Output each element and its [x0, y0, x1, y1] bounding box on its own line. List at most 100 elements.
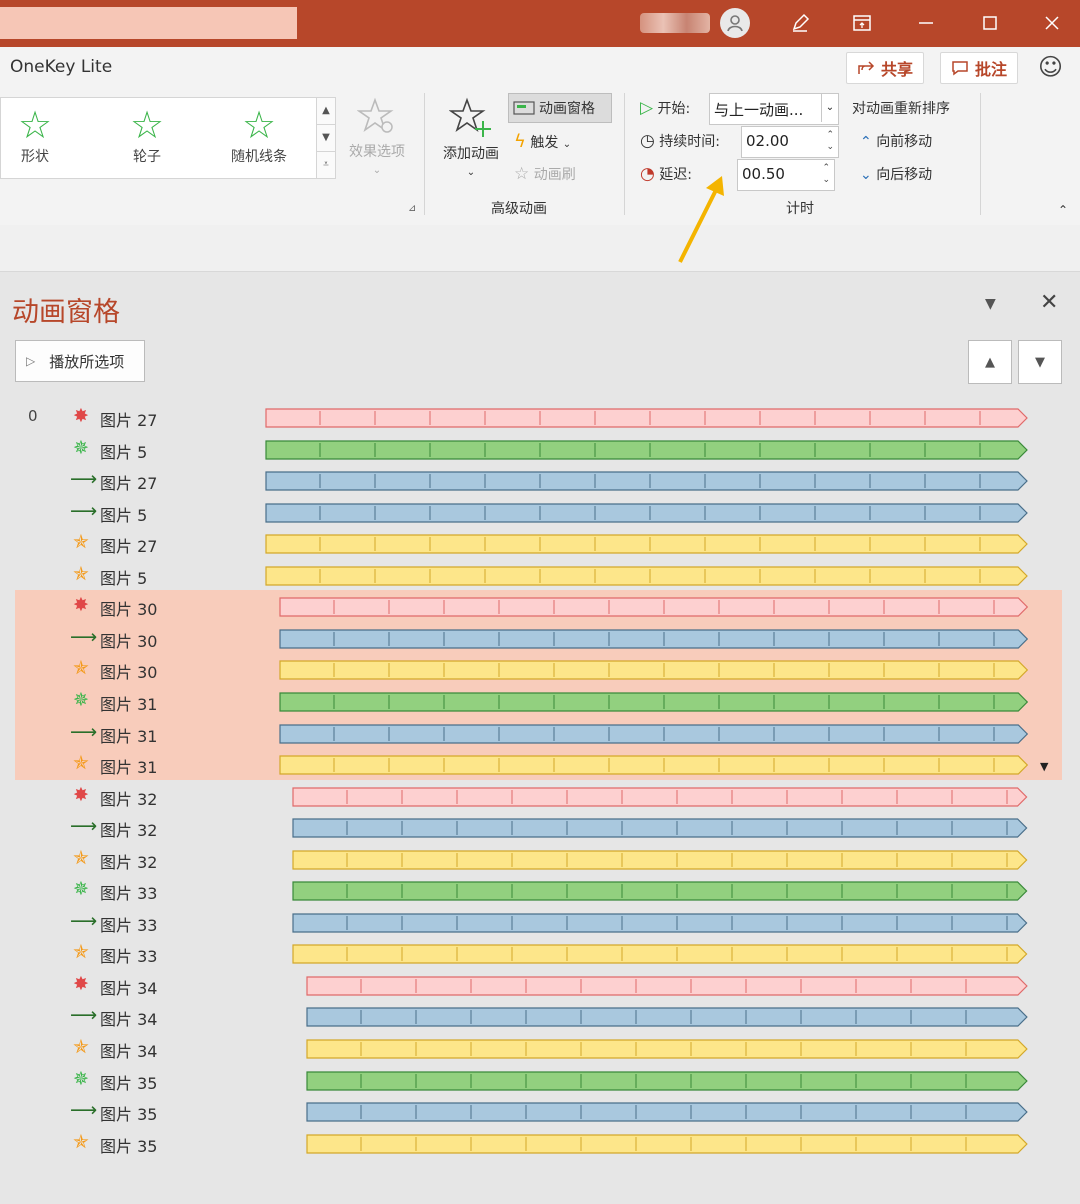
play-selected-button[interactable]: ▷ 播放所选项 [15, 340, 145, 382]
close-window-icon[interactable] [1036, 8, 1068, 38]
user-name-blurred [640, 13, 710, 33]
ribbon-gap-strip [0, 225, 1080, 272]
animation-row[interactable]: ✯ 图片 27 [0, 528, 1080, 559]
animation-row[interactable]: ⟶ 图片 35 [0, 1096, 1080, 1127]
animation-row[interactable]: ✯ 图片 33 [0, 938, 1080, 969]
collapse-ribbon-icon[interactable]: ⌃ [1058, 203, 1068, 217]
animation-row[interactable]: ⟶ 图片 32 [0, 812, 1080, 843]
timeline-bar[interactable] [265, 439, 1028, 460]
animation-row[interactable]: ✸ 图片 34 [0, 970, 1080, 1001]
animation-row[interactable]: ⟶ 图片 34 [0, 1001, 1080, 1032]
comments-button[interactable]: 批注 [940, 52, 1019, 84]
pen-icon[interactable] [784, 8, 816, 38]
animation-row[interactable]: ✯ 图片 32 [0, 844, 1080, 875]
pane-options-icon[interactable]: ▼ [985, 296, 996, 312]
timeline-bar[interactable] [292, 944, 1028, 964]
timeline-bar[interactable] [292, 786, 1028, 807]
timing-group-label: 计时 [786, 201, 814, 217]
duration-stepper[interactable]: 02.00 ⌃ ⌄ [741, 126, 839, 158]
timeline-bar[interactable] [292, 850, 1028, 870]
animation-row[interactable]: ✵ 图片 35 [0, 1065, 1080, 1096]
animation-row[interactable]: ⟶ 图片 5 [0, 497, 1080, 528]
timeline-bar[interactable] [279, 692, 1028, 712]
group-separator [980, 93, 981, 215]
animation-row[interactable]: ⟶ 图片 31 [0, 718, 1080, 749]
delay-stepper[interactable]: 00.50 ⌃ ⌄ [737, 159, 835, 191]
gallery-more-icon[interactable]: ⩡ [317, 152, 335, 178]
move-down-button[interactable]: ▼ [1018, 340, 1062, 384]
gallery-up-icon[interactable]: ▲ [317, 98, 335, 125]
line-motion-icon: ⟶ [70, 909, 98, 932]
gallery-item-shape[interactable]: ☆ 形状 [0, 104, 80, 166]
timeline-bar[interactable] [279, 597, 1028, 617]
feedback-smiley-icon[interactable]: ☺ [1038, 53, 1063, 81]
animation-pane-label: 动画窗格 [539, 101, 595, 117]
timeline-bar[interactable] [306, 1134, 1028, 1154]
animation-row[interactable]: ⟶ 图片 27 [0, 465, 1080, 496]
animation-row[interactable]: ✯ 图片 5 [0, 560, 1080, 591]
row-label: 图片 27 [100, 411, 158, 430]
timeline-bar[interactable] [306, 1039, 1028, 1059]
animation-painter-button[interactable]: ☆ 动画刷 [514, 164, 576, 184]
scroll-down-icon[interactable]: ▼ [1040, 760, 1048, 773]
gallery-down-icon[interactable]: ▼ [317, 125, 335, 152]
chevron-up-icon: ⌃ [860, 134, 872, 150]
animation-row[interactable]: ✯ 图片 34 [0, 1033, 1080, 1064]
animation-pane-button[interactable]: 动画窗格 [508, 93, 612, 123]
effect-options-button[interactable]: 效果选项 ⌄ [344, 97, 410, 177]
timeline-bar[interactable] [306, 976, 1028, 996]
timeline-bar[interactable] [265, 408, 1028, 428]
gallery-item-label: 轮子 [133, 149, 161, 165]
stepper-arrows-icon[interactable]: ⌃ ⌄ [826, 129, 834, 153]
timeline-bar[interactable] [292, 913, 1028, 933]
maximize-icon[interactable] [974, 8, 1006, 38]
timeline-bar[interactable] [279, 629, 1028, 649]
animation-row[interactable]: ✯ 图片 30 [0, 654, 1080, 685]
share-button[interactable]: 共享 [846, 52, 925, 84]
move-up-button[interactable]: ▲ [968, 340, 1012, 384]
chevron-down-icon[interactable]: ⌄ [821, 94, 838, 122]
animation-row[interactable]: ✵ 图片 5 [0, 434, 1080, 465]
play-triangle-icon: ▷ [640, 98, 654, 118]
pane-close-icon[interactable]: ✕ [1040, 290, 1058, 315]
timeline-bar[interactable] [265, 534, 1028, 554]
effect-options-label: 效果选项 [349, 144, 405, 160]
trigger-button[interactable]: ϟ 触发 ⌄ [514, 131, 571, 152]
timeline-bar[interactable] [292, 818, 1028, 838]
animation-row[interactable]: ✯ 图片 31 [0, 749, 1080, 780]
dialog-launcher-icon[interactable]: ⊿ [408, 203, 416, 214]
row-label: 图片 32 [100, 852, 158, 872]
animation-row[interactable]: ✸ 图片 30 [0, 591, 1080, 622]
minimize-icon[interactable] [910, 8, 942, 38]
stepper-arrows-icon[interactable]: ⌃ ⌄ [822, 162, 830, 186]
timeline-bar[interactable] [292, 881, 1028, 901]
animation-row[interactable]: 0 ✸ 图片 27 [0, 402, 1080, 433]
animation-row[interactable]: ✸ 图片 32 [0, 781, 1080, 812]
start-dropdown[interactable]: 与上一动画... ⌄ [709, 93, 839, 125]
row-label: 图片 30 [100, 600, 158, 620]
timeline-bar[interactable] [279, 755, 1028, 775]
timeline-bar[interactable] [306, 1070, 1028, 1091]
gallery-item-random-lines[interactable]: ☆ 随机线条 [214, 104, 304, 166]
timeline-bar[interactable] [279, 723, 1028, 744]
animation-row[interactable]: ✵ 图片 33 [0, 875, 1080, 906]
animation-row[interactable]: ✯ 图片 35 [0, 1128, 1080, 1159]
timeline-bar[interactable] [265, 566, 1028, 586]
animation-row[interactable]: ✵ 图片 31 [0, 686, 1080, 717]
move-earlier-button[interactable]: ⌃ 向前移动 [860, 131, 932, 151]
timeline-bar[interactable] [265, 503, 1028, 523]
star-wheel-icon: ✵ [73, 436, 89, 459]
title-search-box[interactable] [0, 7, 297, 39]
timeline-bar[interactable] [306, 1007, 1028, 1028]
animation-row[interactable]: ⟶ 图片 33 [0, 907, 1080, 938]
add-animation-button[interactable]: 添加动画 ⌄ [437, 97, 505, 179]
row-label: 图片 33 [100, 884, 158, 904]
timeline-bar[interactable] [265, 471, 1028, 491]
user-avatar[interactable] [720, 8, 750, 38]
gallery-item-wheel[interactable]: ☆ 轮子 [102, 104, 192, 166]
timeline-bar[interactable] [306, 1102, 1028, 1122]
timeline-bar[interactable] [279, 660, 1028, 680]
ribbon-display-icon[interactable] [846, 8, 878, 38]
move-later-button[interactable]: ⌄ 向后移动 [860, 164, 932, 184]
animation-row[interactable]: ⟶ 图片 30 [0, 623, 1080, 654]
